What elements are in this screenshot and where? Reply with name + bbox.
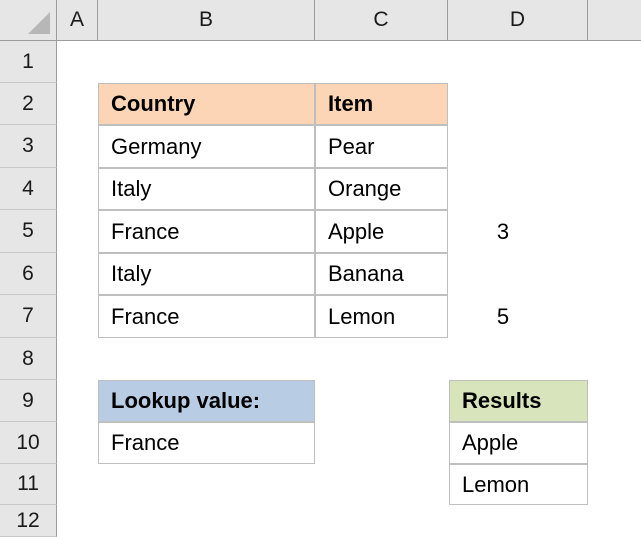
table-cell-item[interactable]: Apple	[315, 210, 448, 253]
table-cell-country[interactable]: Italy	[98, 253, 315, 295]
column-header-a[interactable]: A	[57, 0, 98, 41]
row-header-1[interactable]: 1	[0, 41, 57, 83]
row-header-8[interactable]: 8	[0, 338, 57, 380]
table-cell-country[interactable]: France	[98, 210, 315, 253]
table-cell-count[interactable]	[448, 125, 558, 168]
table-header-item[interactable]: Item	[315, 83, 448, 125]
column-header-d[interactable]: D	[448, 0, 588, 41]
results-cell[interactable]: Apple	[449, 422, 588, 464]
table-cell-item[interactable]: Orange	[315, 168, 448, 210]
table-cell-count[interactable]	[448, 168, 558, 210]
column-header-c[interactable]: C	[315, 0, 448, 41]
lookup-value-header[interactable]: Lookup value:	[98, 380, 315, 422]
row-header-7[interactable]: 7	[0, 295, 57, 338]
column-header-b[interactable]: B	[98, 0, 315, 41]
row-header-11[interactable]: 11	[0, 464, 57, 505]
row-header-5[interactable]: 5	[0, 210, 57, 253]
table-cell-count[interactable]	[448, 253, 558, 295]
row-header-4[interactable]: 4	[0, 168, 57, 210]
spreadsheet-grid: A B C D 1 2 3 4 5 6 7 8 9 10 11 12 Count…	[0, 0, 641, 537]
row-header-2[interactable]: 2	[0, 83, 57, 125]
table-cell-item[interactable]: Banana	[315, 253, 448, 295]
results-cell[interactable]: Lemon	[449, 464, 588, 505]
table-cell-country[interactable]: Germany	[98, 125, 315, 168]
table-cell-count[interactable]: 3	[448, 210, 558, 253]
table-cell-item[interactable]: Lemon	[315, 295, 448, 338]
row-header-10[interactable]: 10	[0, 422, 57, 464]
row-header-6[interactable]: 6	[0, 253, 57, 295]
column-header-e-partial[interactable]	[588, 0, 641, 41]
row-header-9[interactable]: 9	[0, 380, 57, 422]
table-header-country[interactable]: Country	[98, 83, 315, 125]
row-header-3[interactable]: 3	[0, 125, 57, 168]
select-all-button[interactable]	[0, 0, 57, 41]
results-header[interactable]: Results	[449, 380, 588, 422]
table-cell-country[interactable]: France	[98, 295, 315, 338]
table-cell-count[interactable]: 5	[448, 295, 558, 338]
select-all-triangle-icon	[28, 12, 50, 34]
row-header-12[interactable]: 12	[0, 505, 57, 537]
lookup-value-input[interactable]: France	[98, 422, 315, 464]
table-cell-country[interactable]: Italy	[98, 168, 315, 210]
table-cell-item[interactable]: Pear	[315, 125, 448, 168]
